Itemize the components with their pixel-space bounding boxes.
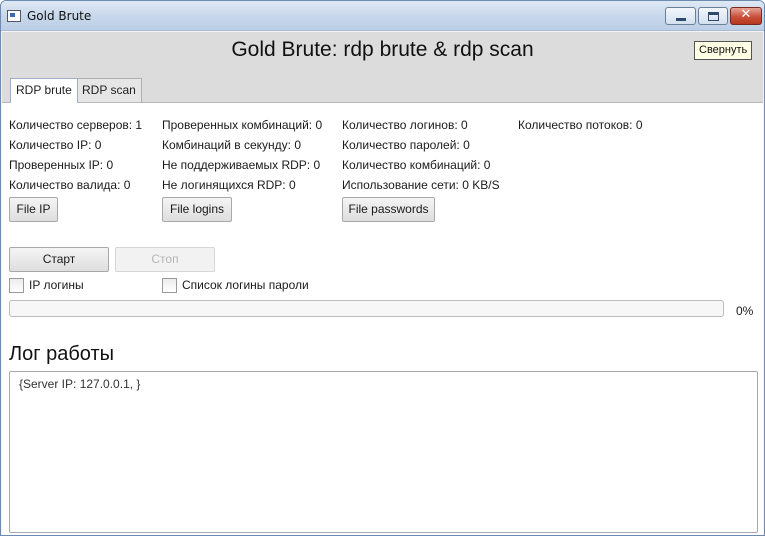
checked-ip-count: Проверенных IP: 0: [9, 158, 114, 172]
tab-rdp-scan[interactable]: RDP scan: [76, 78, 142, 102]
network-usage: Использование сети: 0 KB/S: [342, 178, 500, 192]
ip-logins-checkbox-box[interactable]: [9, 278, 24, 293]
progress-percent: 0%: [736, 304, 754, 318]
ip-logins-label: IP логины: [29, 278, 84, 292]
log-text: {Server IP: 127.0.0.1, }: [19, 377, 141, 391]
passwords-count: Количество паролей: 0: [342, 138, 470, 152]
file-ip-button[interactable]: File IP: [9, 197, 58, 222]
list-logins-passwords-label: Список логины пароли: [182, 278, 309, 292]
log-textarea[interactable]: {Server IP: 127.0.0.1, }: [9, 371, 758, 533]
combinations-per-second: Комбинаций в секунду: 0: [162, 138, 302, 152]
client-area: Gold Brute: rdp brute & rdp scan Свернут…: [2, 32, 763, 535]
tab-divider: [2, 102, 763, 103]
unsupported-rdp-count: Не поддерживаемых RDP: 0: [162, 158, 321, 172]
checked-combinations: Проверенных комбинаций: 0: [162, 118, 323, 132]
close-button[interactable]: ✕: [730, 7, 762, 25]
collapse-button[interactable]: Свернуть: [694, 41, 753, 60]
list-logins-passwords-checkbox[interactable]: Список логины пароли: [162, 278, 332, 294]
maximize-icon: [708, 12, 719, 21]
window-title: Gold Brute: [27, 9, 92, 23]
logins-count: Количество логинов: 0: [342, 118, 468, 132]
tab-rdp-brute[interactable]: RDP brute: [10, 78, 78, 103]
app-window-icon[interactable]: [7, 10, 21, 22]
threads-count: Количество потоков: 0: [518, 118, 643, 132]
progress-bar: [9, 300, 724, 317]
app-window: Gold Brute ✕ Gold Brute: rdp brute & rdp…: [0, 0, 765, 536]
non-login-rdp-count: Не логинящихся RDP: 0: [162, 178, 296, 192]
valid-count: Количество валида: 0: [9, 178, 131, 192]
ip-logins-checkbox[interactable]: IP логины: [9, 278, 129, 294]
title-bar[interactable]: Gold Brute ✕: [1, 1, 764, 31]
stop-button[interactable]: Стоп: [115, 247, 215, 272]
servers-count: Количество серверов: 1: [9, 118, 143, 132]
file-passwords-button[interactable]: File passwords: [342, 197, 435, 222]
ip-count: Количество IP: 0: [9, 138, 102, 152]
file-logins-button[interactable]: File logins: [162, 197, 232, 222]
log-title: Лог работы: [9, 343, 115, 365]
maximize-button[interactable]: [698, 7, 728, 25]
list-logins-passwords-checkbox-box[interactable]: [162, 278, 177, 293]
combinations-count: Количество комбинаций: 0: [342, 158, 491, 172]
minimize-button[interactable]: [665, 7, 696, 25]
minimize-icon: [676, 18, 686, 21]
close-icon: ✕: [740, 7, 752, 22]
start-button[interactable]: Старт: [9, 247, 109, 272]
page-title: Gold Brute: rdp brute & rdp scan: [231, 38, 534, 61]
